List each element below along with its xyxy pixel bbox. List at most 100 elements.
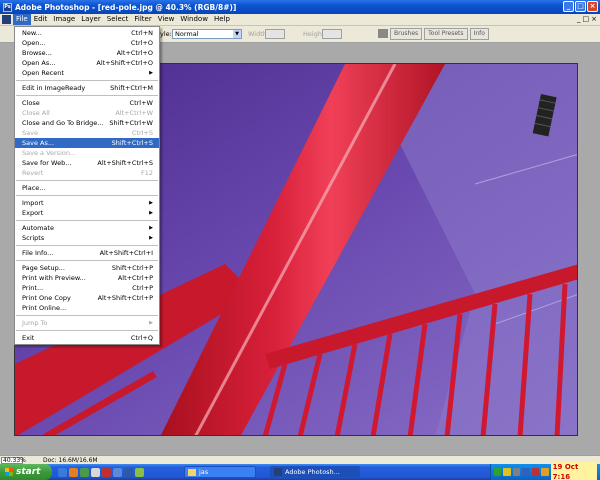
menu-window[interactable]: Window [177, 14, 211, 25]
file-menu-item-print-with-preview[interactable]: Print with Preview... Alt+Ctrl+P [15, 273, 159, 283]
menu-separator [16, 260, 158, 261]
width-field[interactable] [265, 29, 285, 39]
file-menu-item-open-recent[interactable]: Open Recent ▶ [15, 68, 159, 78]
menu-item-label: Close [22, 99, 40, 107]
photoshop-icon: Ps [3, 2, 12, 12]
menu-layer[interactable]: Layer [78, 14, 104, 25]
file-menu-item-save-for-web[interactable]: Save for Web... Alt+Shift+Ctrl+S [15, 158, 159, 168]
file-menu-item-close-and-go-to-bridge[interactable]: Close and Go To Bridge... Shift+Ctrl+W [15, 118, 159, 128]
menu-item-label: Print with Preview... [22, 274, 86, 282]
security-icon[interactable] [503, 468, 511, 476]
excel-icon[interactable] [135, 467, 144, 477]
tab-info[interactable]: Info [469, 28, 489, 40]
menu-item-shortcut: Ctrl+N [131, 29, 153, 37]
file-menu-item-close[interactable]: Close Ctrl+W [15, 98, 159, 108]
menu-view[interactable]: View [155, 14, 178, 25]
file-menu-item-scripts[interactable]: Scripts ▶ [15, 233, 159, 243]
menu-item-shortcut: Ctrl+O [130, 39, 153, 47]
file-menu-item-export[interactable]: Export ▶ [15, 208, 159, 218]
submenu-arrow-icon: ▶ [149, 200, 153, 206]
file-menu-item-browse[interactable]: Browse... Alt+Ctrl+O [15, 48, 159, 58]
submenu-arrow-icon: ▶ [149, 225, 153, 231]
menu-item-label: Revert [22, 169, 44, 177]
doc-size: Doc: 16.6M/16.6M [43, 456, 98, 464]
file-menu-item-automate[interactable]: Automate ▶ [15, 223, 159, 233]
menu-item-shortcut: Ctrl+Q [130, 334, 153, 342]
menu-item-label: New... [22, 29, 42, 37]
submenu-arrow-icon: ▶ [149, 320, 153, 326]
doc-minimize-button[interactable]: _ [577, 15, 581, 23]
antivirus-icon[interactable] [531, 468, 540, 476]
menu-file[interactable]: File [13, 14, 31, 25]
menu-item-label: Print... [22, 284, 44, 292]
menu-item-shortcut: Shift+Ctrl+S [111, 139, 153, 147]
close-button[interactable]: × [587, 1, 598, 12]
menu-separator [16, 80, 158, 81]
zone-icon[interactable] [541, 468, 549, 476]
media-icon[interactable] [102, 467, 111, 477]
file-menu-item-exit[interactable]: Exit Ctrl+Q [15, 333, 159, 343]
file-menu-item-open[interactable]: Open... Ctrl+O [15, 38, 159, 48]
taskbar-item-jas[interactable]: jas [184, 466, 256, 478]
menu-item-label: Open Recent [22, 69, 64, 77]
ie-icon[interactable] [58, 467, 67, 477]
menu-item-label: File Info... [22, 249, 54, 257]
menu-help[interactable]: Help [211, 14, 233, 25]
file-menu-item-place[interactable]: Place... [15, 183, 159, 193]
menu-separator [16, 245, 158, 246]
minimize-button[interactable]: _ [563, 1, 574, 12]
windows-logo-icon [5, 468, 13, 476]
file-menu-item-jump-to: Jump To ▶ [15, 318, 159, 328]
menu-separator [16, 180, 158, 181]
menu-edit[interactable]: Edit [31, 14, 51, 25]
desktop-icon[interactable] [91, 467, 100, 477]
file-menu-item-page-setup[interactable]: Page Setup... Shift+Ctrl+P [15, 263, 159, 273]
tab-brushes[interactable]: Brushes [390, 28, 423, 40]
status-bar: 40.33% Doc: 16.6M/16.6M [0, 455, 600, 464]
bluetooth-icon[interactable] [522, 468, 530, 476]
menu-select[interactable]: Select [104, 14, 132, 25]
speaker-icon[interactable] [512, 468, 521, 476]
file-menu-item-open-as[interactable]: Open As... Alt+Shift+Ctrl+O [15, 58, 159, 68]
app-icon[interactable] [80, 467, 89, 477]
menu-item-shortcut: Shift+Ctrl+M [110, 84, 153, 92]
menu-item-shortcut: Alt+Ctrl+P [117, 274, 153, 282]
menu-separator [16, 330, 158, 331]
menu-item-label: Save a Version... [22, 149, 77, 157]
file-menu-item-edit-in-imageready[interactable]: Edit in ImageReady Shift+Ctrl+M [15, 83, 159, 93]
doc-restore-button[interactable]: □ [583, 15, 590, 23]
submenu-arrow-icon: ▶ [149, 235, 153, 241]
palette-well-icon[interactable] [378, 29, 388, 38]
menu-filter[interactable]: Filter [131, 14, 154, 25]
menu-bar: File Edit Image Layer Select Filter View… [0, 14, 600, 26]
taskbar: start jas Adobe Photosh... 19 Oct 7:16 [0, 462, 600, 480]
style-select[interactable]: Normal ▼ [172, 29, 242, 39]
file-menu-item-import[interactable]: Import ▶ [15, 198, 159, 208]
word-icon[interactable] [124, 467, 133, 477]
start-button[interactable]: start [0, 464, 52, 480]
explorer-icon[interactable] [113, 467, 122, 477]
menu-image[interactable]: Image [50, 14, 78, 25]
file-menu-item-print-one-copy[interactable]: Print One Copy Alt+Shift+Ctrl+P [15, 293, 159, 303]
clock[interactable]: 19 Oct 7:16 [550, 462, 597, 480]
title-bar[interactable]: Ps Adobe Photoshop - [red-pole.jpg @ 40.… [0, 0, 600, 14]
file-menu-item-print[interactable]: Print... Ctrl+P [15, 283, 159, 293]
maximize-button[interactable]: □ [575, 1, 586, 12]
tab-tool-presets[interactable]: Tool Presets [424, 28, 468, 40]
file-menu-item-file-info[interactable]: File Info... Alt+Shift+Ctrl+I [15, 248, 159, 258]
file-menu-item-new[interactable]: New... Ctrl+N [15, 28, 159, 38]
menu-item-label: Print One Copy [22, 294, 71, 302]
firefox-icon[interactable] [69, 467, 78, 477]
height-field[interactable] [322, 29, 342, 39]
taskbar-item-photoshop[interactable]: Adobe Photosh... [270, 466, 360, 478]
file-menu-item-save: Save Ctrl+S [15, 128, 159, 138]
file-menu-item-print-online[interactable]: Print Online... [15, 303, 159, 313]
photoshop-menu-icon[interactable] [2, 15, 11, 24]
network-icon[interactable] [494, 468, 502, 476]
file-menu-item-revert: Revert F12 [15, 168, 159, 178]
zoom-field[interactable]: 40.33% [1, 456, 26, 464]
menu-item-shortcut: Shift+Ctrl+W [109, 119, 153, 127]
menu-item-label: Close and Go To Bridge... [22, 119, 104, 127]
file-menu-item-save-as[interactable]: Save As... Shift+Ctrl+S [15, 138, 159, 148]
doc-close-button[interactable]: × [591, 15, 597, 23]
